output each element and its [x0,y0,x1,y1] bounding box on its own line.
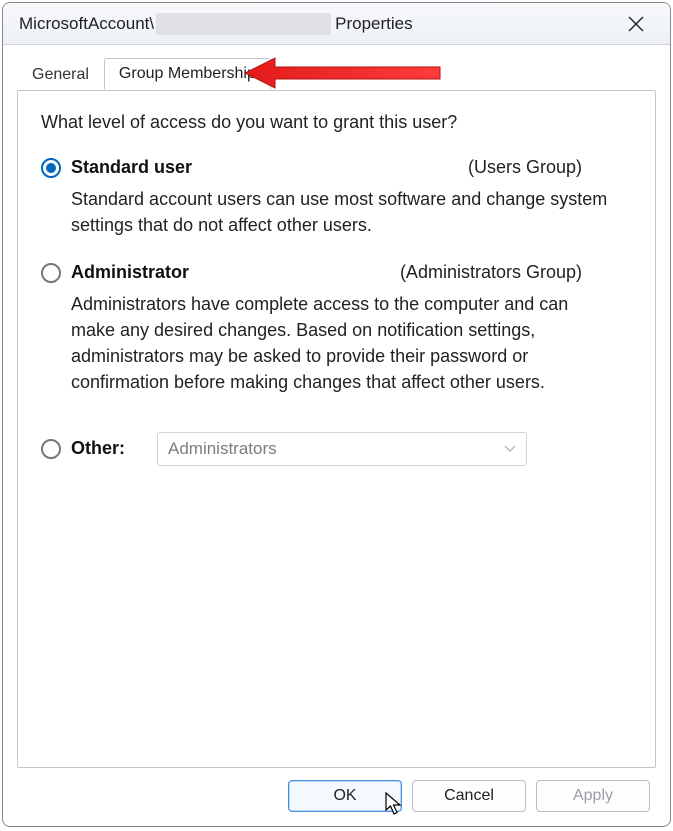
radio-standard-user[interactable] [41,158,61,178]
chevron-down-icon [504,441,516,456]
option-other: Other: Administrators [41,432,632,466]
desc-standard-user: Standard account users can use most soft… [71,186,612,238]
tab-bar: General Group Membership [3,45,670,89]
dropdown-selected-value: Administrators [168,439,277,459]
title-redacted-username [156,13,331,35]
title-prefix: MicrosoftAccount\ [19,14,154,34]
option-administrator: Administrator (Administrators Group) Adm… [41,262,632,395]
title-suffix: Properties [335,14,412,34]
group-administrator: (Administrators Group) [400,262,632,283]
titlebar: MicrosoftAccount\ Properties [3,3,670,45]
dropdown-other-group[interactable]: Administrators [157,432,527,466]
radio-other[interactable] [41,439,61,459]
ok-button[interactable]: OK [288,780,402,812]
label-standard-user: Standard user [71,157,192,178]
radio-administrator[interactable] [41,263,61,283]
label-other: Other: [71,438,125,459]
window-title: MicrosoftAccount\ Properties [19,13,413,35]
tab-panel-content: What level of access do you want to gran… [17,90,656,768]
tab-general[interactable]: General [17,59,104,90]
desc-administrator: Administrators have complete access to t… [71,291,612,395]
tab-group-membership[interactable]: Group Membership [104,58,271,90]
close-icon [628,16,644,32]
dialog-button-row: OK Cancel Apply [288,780,650,812]
label-administrator: Administrator [71,262,189,283]
cancel-button[interactable]: Cancel [412,780,526,812]
close-button[interactable] [614,9,658,39]
access-level-prompt: What level of access do you want to gran… [41,112,632,133]
apply-button: Apply [536,780,650,812]
group-standard-user: (Users Group) [468,157,632,178]
option-standard-user: Standard user (Users Group) Standard acc… [41,157,632,238]
properties-dialog: MicrosoftAccount\ Properties General Gro… [2,2,671,827]
